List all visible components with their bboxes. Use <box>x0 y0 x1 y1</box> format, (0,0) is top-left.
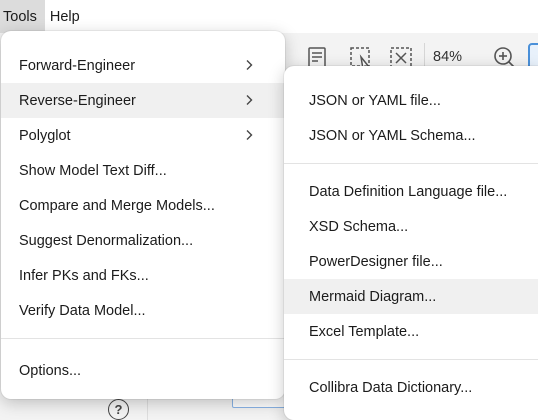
menu-item-polyglot[interactable]: Polyglot <box>1 118 285 153</box>
chevron-right-icon <box>243 129 255 141</box>
menu-item-label: Reverse-Engineer <box>19 92 136 109</box>
tools-menu: Forward-Engineer Reverse-Engineer Polygl… <box>1 31 285 399</box>
menu-item-label: Show Model Text Diff... <box>19 162 167 179</box>
chevron-right-icon <box>243 94 255 106</box>
menu-bar: Tools Help <box>0 0 538 33</box>
menu-tools-label: Tools <box>3 8 37 25</box>
menu-item-compare-and-merge[interactable]: Compare and Merge Models... <box>1 188 285 223</box>
menu-item-suggest-denormalization[interactable]: Suggest Denormalization... <box>1 223 285 258</box>
menu-item-infer-pks-fks[interactable]: Infer PKs and FKs... <box>1 258 285 293</box>
menu-separator <box>1 338 285 339</box>
submenu-item-label: Data Definition Language file... <box>309 183 508 200</box>
submenu-item-ddl-file[interactable]: Data Definition Language file... <box>284 174 538 209</box>
submenu-item-label: Mermaid Diagram... <box>309 288 437 305</box>
submenu-item-label: XSD Schema... <box>309 218 409 235</box>
chevron-right-icon <box>243 59 255 71</box>
menu-item-verify-data-model[interactable]: Verify Data Model... <box>1 293 285 328</box>
menu-help-label: Help <box>49 8 80 25</box>
submenu-item-powerdesigner-file[interactable]: PowerDesigner file... <box>284 244 538 279</box>
menu-item-label: Options... <box>19 362 82 379</box>
app-window: Tools Help ? 84% Forward-Engineer Revers… <box>0 0 538 420</box>
submenu-item-label: PowerDesigner file... <box>309 253 443 270</box>
menu-separator <box>284 163 538 164</box>
menu-item-forward-engineer[interactable]: Forward-Engineer <box>1 48 285 83</box>
submenu-item-xsd-schema[interactable]: XSD Schema... <box>284 209 538 244</box>
menu-item-label: Forward-Engineer <box>19 57 136 74</box>
help-icon[interactable]: ? <box>108 399 129 420</box>
submenu-item-mermaid-diagram[interactable]: Mermaid Diagram... <box>284 279 538 314</box>
submenu-item-label: Excel Template... <box>309 323 420 340</box>
submenu-item-label: Collibra Data Dictionary... <box>309 379 473 396</box>
menu-item-show-model-text-diff[interactable]: Show Model Text Diff... <box>1 153 285 188</box>
menu-item-label: Compare and Merge Models... <box>19 197 215 214</box>
menu-help[interactable]: Help <box>45 0 85 33</box>
submenu-item-collibra-data-dictionary[interactable]: Collibra Data Dictionary... <box>284 370 538 405</box>
menu-item-reverse-engineer[interactable]: Reverse-Engineer <box>1 83 285 118</box>
help-glyph: ? <box>114 402 123 417</box>
submenu-item-json-yaml-schema[interactable]: JSON or YAML Schema... <box>284 118 538 153</box>
reverse-engineer-submenu: JSON or YAML file... JSON or YAML Schema… <box>284 66 538 420</box>
menu-item-options[interactable]: Options... <box>1 353 285 388</box>
menu-separator <box>284 359 538 360</box>
submenu-item-json-yaml-file[interactable]: JSON or YAML file... <box>284 83 538 118</box>
submenu-item-label: JSON or YAML Schema... <box>309 127 476 144</box>
menu-item-label: Polyglot <box>19 127 71 144</box>
menu-item-label: Suggest Denormalization... <box>19 232 194 249</box>
zoom-level[interactable]: 84% <box>433 49 462 65</box>
menu-item-label: Infer PKs and FKs... <box>19 267 149 284</box>
menu-tools[interactable]: Tools <box>0 0 45 33</box>
menu-item-label: Verify Data Model... <box>19 302 146 319</box>
submenu-item-excel-template[interactable]: Excel Template... <box>284 314 538 349</box>
submenu-item-label: JSON or YAML file... <box>309 92 441 109</box>
